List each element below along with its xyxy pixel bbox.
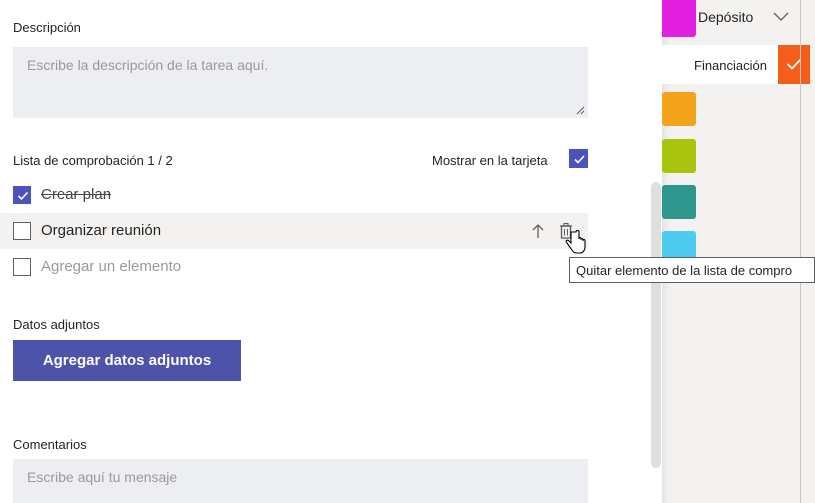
pane-divider <box>800 0 801 503</box>
tooltip: Quitar elemento de la lista de compro <box>569 257 815 283</box>
arrow-up-icon[interactable] <box>531 223 545 239</box>
label-color-lime[interactable] <box>662 139 696 173</box>
description-input[interactable]: Escribe la descripción de la tarea aquí. <box>13 47 588 118</box>
show-on-card-label: Mostrar en la tarjeta <box>432 153 548 168</box>
show-on-card-checkbox[interactable] <box>569 149 588 168</box>
checklist-item-checkbox[interactable] <box>13 222 31 240</box>
add-attachments-button[interactable]: Agregar datos adjuntos <box>13 340 241 381</box>
comment-placeholder: Escribe aquí tu mensaje <box>27 469 178 485</box>
label-deposito[interactable]: Depósito <box>698 9 753 25</box>
checklist-item-text[interactable]: Crear plan <box>41 186 111 203</box>
check-icon <box>574 155 585 164</box>
checklist-label: Lista de comprobación 1 / 2 <box>13 153 173 168</box>
chevron-down-icon[interactable] <box>773 12 789 22</box>
add-item-checkbox[interactable] <box>13 258 31 276</box>
check-icon <box>17 191 29 201</box>
task-details-panel: Descripción Escribe la descripción de la… <box>0 0 662 503</box>
label-color-orange[interactable] <box>662 92 696 126</box>
scrollbar[interactable] <box>651 182 661 468</box>
label-color-magenta[interactable] <box>662 0 696 37</box>
label-financiacion[interactable]: Financiación <box>694 58 767 73</box>
add-item-input[interactable]: Agregar un elemento <box>41 258 181 275</box>
checklist-item-checkbox[interactable] <box>13 186 31 204</box>
attachments-label: Datos adjuntos <box>13 317 100 332</box>
label-color-teal[interactable] <box>662 185 696 219</box>
label-color-orange-red[interactable] <box>778 45 810 84</box>
resize-grip-icon[interactable] <box>576 106 585 115</box>
description-label: Descripción <box>13 20 81 35</box>
comments-label: Comentarios <box>13 437 87 452</box>
description-placeholder: Escribe la descripción de la tarea aquí. <box>27 57 269 73</box>
checklist-item-text[interactable]: Organizar reunión <box>41 222 161 239</box>
comment-input[interactable]: Escribe aquí tu mensaje <box>13 459 588 503</box>
hand-cursor-icon <box>565 230 586 254</box>
